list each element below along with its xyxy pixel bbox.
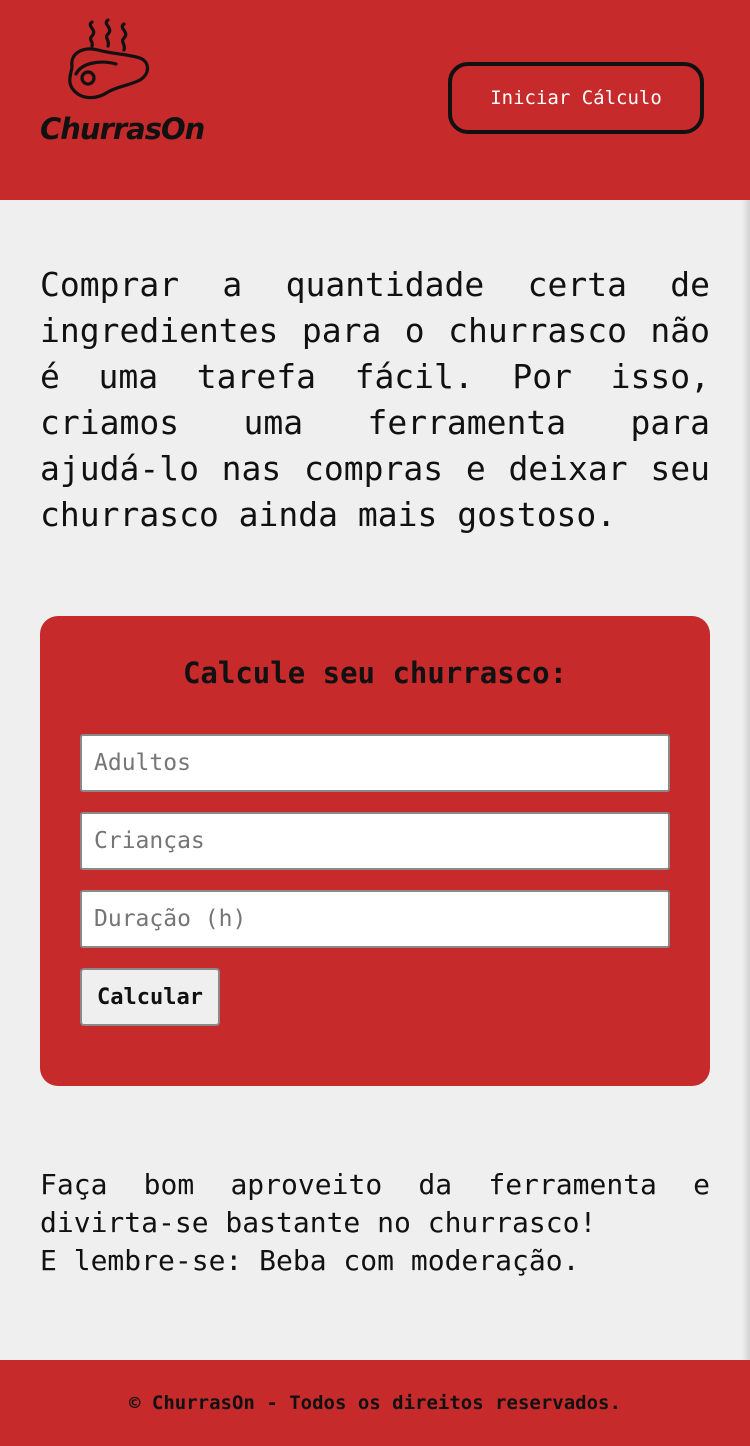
closing-line-2: E lembre-se: Beba com moderação. xyxy=(40,1244,580,1277)
duration-input[interactable] xyxy=(80,890,670,948)
copyright-text: © ChurrasOn - Todos os direitos reservad… xyxy=(129,1392,621,1414)
logo[interactable]: ChurrasOn xyxy=(36,14,205,154)
start-calculation-button[interactable]: Iniciar Cálculo xyxy=(448,62,704,134)
closing-message: Faça bom aproveito da ferramenta e divir… xyxy=(40,1166,710,1280)
site-footer: © ChurrasOn - Todos os direitos reservad… xyxy=(0,1360,750,1446)
adults-input[interactable] xyxy=(80,734,670,792)
steak-icon xyxy=(68,18,150,100)
children-input[interactable] xyxy=(80,812,670,870)
intro-paragraph: Comprar a quantidade certa de ingredient… xyxy=(40,265,710,534)
calculator-title: Calcule seu churrasco: xyxy=(182,656,568,690)
calculator-card: Calcule seu churrasco: Calcular xyxy=(40,616,710,1086)
closing-line-1: Faça bom aproveito da ferramenta e divir… xyxy=(40,1168,710,1239)
calculate-button[interactable]: Calcular xyxy=(80,968,220,1026)
logo-text: ChurrasOn xyxy=(40,112,205,146)
scroll-shadow xyxy=(742,200,750,1360)
site-header: ChurrasOn Iniciar Cálculo xyxy=(0,0,750,200)
